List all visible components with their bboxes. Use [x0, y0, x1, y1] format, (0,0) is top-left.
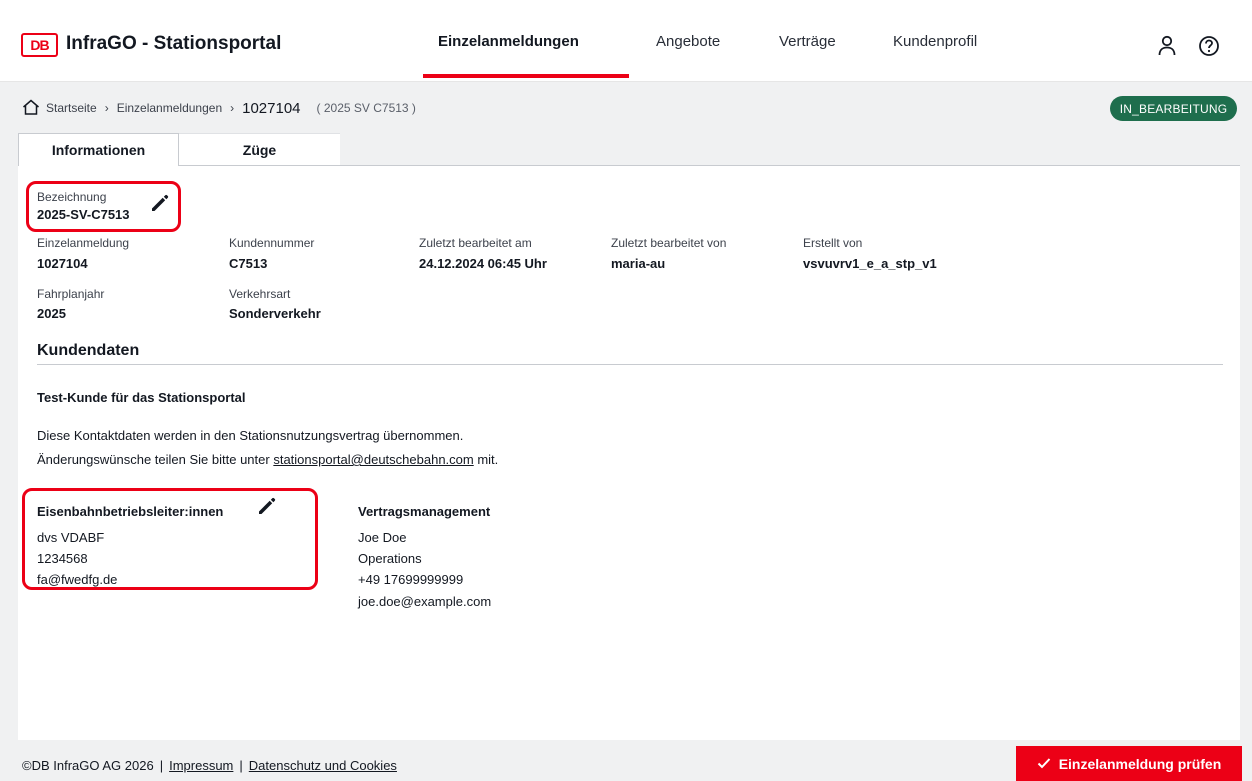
user-icon[interactable]: [1155, 34, 1179, 58]
zuletzt-am-label: Zuletzt bearbeitet am: [419, 236, 532, 250]
nav-item-vertraege[interactable]: Verträge: [779, 0, 836, 82]
chevron-right-icon: ›: [104, 101, 109, 115]
einzelanmeldung-label: Einzelanmeldung: [37, 236, 130, 250]
footer-separator: |: [239, 758, 243, 773]
checkmark-icon: [1037, 756, 1051, 772]
footer-links: ©DB InfraGO AG 2026 | Impressum | Datens…: [22, 758, 397, 773]
copyright: ©DB InfraGO AG 2026: [22, 758, 154, 773]
support-email-link[interactable]: stationsportal@deutschebahn.com: [273, 452, 473, 467]
zuletzt-von-value: maria-au: [611, 256, 666, 271]
section-divider: [37, 364, 1223, 365]
impressum-link[interactable]: Impressum: [169, 758, 233, 773]
erstellt-von-value: vsvuvrv1_e_a_stp_v1: [803, 256, 937, 271]
home-icon[interactable]: [22, 99, 40, 118]
app-header: DB InfraGO - Stationsportal Einzelanmeld…: [0, 0, 1252, 82]
datenschutz-link[interactable]: Datenschutz und Cookies: [249, 758, 397, 773]
vertragsmanagement-line: joe.doe@example.com: [358, 594, 492, 609]
highlight-betriebsleiter: [22, 488, 318, 590]
vertragsmanagement-line: +49 17699999999: [358, 572, 464, 587]
tab-zuege[interactable]: Züge: [179, 133, 340, 166]
logo-text: DB: [30, 37, 49, 53]
breadcrumb-einzelanmeldungen[interactable]: Einzelanmeldungen: [117, 101, 222, 115]
status-badge: IN_BEARBEITUNG: [1110, 96, 1237, 121]
app-title[interactable]: InfraGO - Stationsportal: [66, 33, 281, 55]
check-button-label: Einzelanmeldung prüfen: [1058, 755, 1222, 772]
kundennummer-value: C7513: [229, 256, 268, 271]
breadcrumb-current: 1027104: [242, 99, 301, 117]
chevron-right-icon: ›: [230, 101, 235, 115]
highlight-bezeichnung: [26, 181, 181, 232]
vertragsmanagement-line: Joe Doe: [358, 530, 407, 545]
einzelanmeldung-pruefen-button[interactable]: Einzelanmeldung prüfen: [1016, 746, 1242, 781]
contact-note-line1: Diese Kontaktdaten werden in den Station…: [37, 428, 464, 443]
vertragsmanagement-line: Operations: [358, 551, 422, 566]
einzelanmeldung-value: 1027104: [37, 256, 88, 271]
fahrplanjahr-value: 2025: [37, 306, 66, 321]
verkehrsart-label: Verkehrsart: [229, 287, 291, 301]
erstellt-von-label: Erstellt von: [803, 236, 863, 250]
vertragsmanagement-title: Vertragsmanagement: [358, 504, 491, 519]
db-logo[interactable]: DB: [21, 33, 58, 57]
nav-active-indicator: [423, 74, 629, 78]
nav-item-angebote[interactable]: Angebote: [656, 0, 720, 82]
contact-note-suffix: mit.: [477, 452, 499, 467]
breadcrumb-startseite[interactable]: Startseite: [46, 101, 97, 115]
nav-item-einzelanmeldungen[interactable]: Einzelanmeldungen: [438, 0, 579, 82]
zuletzt-von-label: Zuletzt bearbeitet von: [611, 236, 727, 250]
kundennummer-label: Kundennummer: [229, 236, 315, 250]
tab-informationen[interactable]: Informationen: [18, 133, 179, 166]
verkehrsart-value: Sonderverkehr: [229, 306, 321, 321]
customer-name: Test-Kunde für das Stationsportal: [37, 390, 246, 405]
nav-item-kundenprofil[interactable]: Kundenprofil: [893, 0, 977, 82]
breadcrumb-subtitle: ( 2025 SV C7513 ): [316, 101, 416, 115]
fahrplanjahr-label: Fahrplanjahr: [37, 287, 105, 301]
zuletzt-am-value: 24.12.2024 06:45 Uhr: [419, 256, 547, 271]
breadcrumb: Startseite › Einzelanmeldungen › 1027104…: [22, 97, 416, 119]
help-icon[interactable]: [1197, 34, 1221, 58]
footer-separator: |: [159, 758, 164, 773]
contact-note-line2: Änderungswünsche teilen Sie bitte unter …: [37, 452, 498, 467]
contact-note-prefix: Änderungswünsche teilen Sie bitte unter: [37, 452, 270, 467]
kundendaten-title: Kundendaten: [37, 342, 140, 359]
